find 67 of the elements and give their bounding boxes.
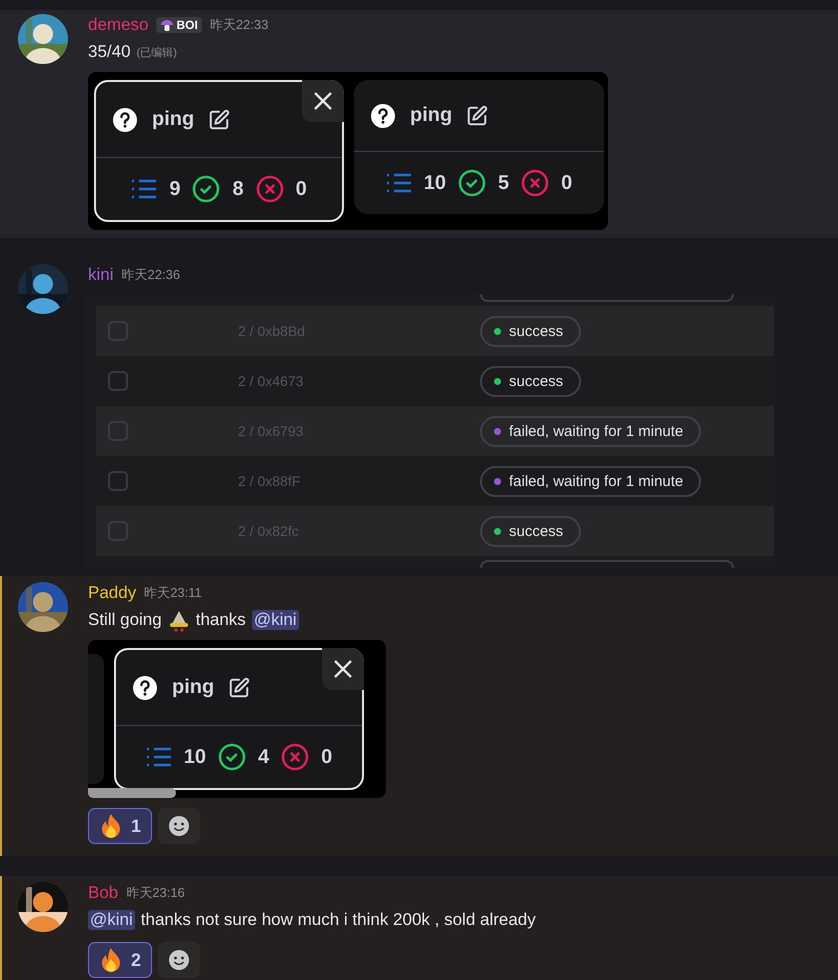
total-count: 9 [169, 178, 180, 200]
close-button[interactable] [322, 648, 364, 690]
passed-count: 4 [258, 746, 270, 768]
row-id: 2 / 0x88fF [238, 473, 302, 489]
card-title: ping [172, 676, 214, 699]
author-name[interactable]: kini [88, 265, 114, 285]
help-icon [370, 102, 396, 128]
fire-icon [99, 947, 123, 973]
screenshot-image[interactable]: ping 9 8 0 ping 10 5 0 [88, 72, 608, 230]
row-id: 2 / 0x4673 [238, 373, 304, 389]
edit-icon[interactable] [466, 104, 488, 126]
x-circle-icon [521, 169, 550, 197]
failed-count: 0 [321, 746, 332, 768]
author-name[interactable]: Paddy [88, 583, 136, 603]
role-badge: BOI [156, 17, 202, 33]
close-icon [333, 659, 353, 679]
mention-link[interactable]: @kini [88, 910, 135, 930]
reaction-button[interactable]: 2 [88, 942, 152, 978]
passed-count: 8 [232, 178, 244, 200]
edited-label: (已编辑) [136, 46, 177, 60]
mushroom-icon [160, 18, 174, 32]
message-text: 35/40 [88, 42, 131, 62]
status-pill: success [480, 366, 582, 396]
message-text: thanks [196, 610, 246, 630]
message-text: Still going [88, 610, 162, 630]
total-count: 10 [424, 172, 446, 194]
failed-count: 0 [296, 178, 307, 200]
row-checkbox[interactable] [108, 471, 128, 491]
status-pill: failed, waiting for 1 minute [480, 416, 702, 446]
close-button[interactable] [302, 80, 344, 122]
mention-link[interactable]: @kini [252, 610, 299, 630]
card-title: ping [410, 104, 452, 127]
smiley-icon [168, 815, 190, 837]
list-icon [386, 172, 412, 194]
edit-icon[interactable] [228, 676, 250, 698]
smiley-icon [168, 949, 190, 971]
help-icon [112, 106, 138, 132]
list-icon [131, 178, 158, 200]
screenshot-image[interactable]: ping 10 4 0 [88, 640, 386, 798]
status-pill: success [480, 516, 582, 546]
message-text: thanks not sure how much i think 200k , sold already [140, 910, 536, 930]
row-checkbox[interactable] [108, 371, 128, 391]
check-circle-icon [458, 169, 486, 197]
timestamp: 昨天23:11 [144, 584, 202, 602]
x-circle-icon [256, 175, 284, 203]
close-icon [313, 91, 333, 111]
x-circle-icon [281, 743, 310, 771]
reaction-button[interactable]: 1 [88, 808, 152, 844]
fire-icon [99, 813, 123, 839]
author-name[interactable]: demeso [88, 15, 148, 35]
help-icon [132, 674, 158, 700]
failed-count: 0 [561, 172, 572, 194]
check-circle-icon [192, 175, 220, 203]
add-reaction-button[interactable] [158, 808, 200, 844]
add-reaction-button[interactable] [158, 942, 200, 978]
total-count: 10 [184, 746, 206, 768]
timestamp: 昨天23:16 [126, 884, 185, 902]
edit-icon[interactable] [208, 108, 230, 130]
card-title: ping [152, 108, 194, 131]
passed-count: 5 [498, 172, 510, 194]
status-pill: success [480, 316, 582, 346]
timestamp: 昨天22:33 [210, 16, 268, 34]
timestamp: 昨天22:36 [122, 266, 180, 284]
check-circle-icon [218, 743, 246, 771]
list-icon [146, 746, 172, 768]
status-pill: failed, waiting for 1 minute [480, 466, 702, 496]
author-name[interactable]: Bob [88, 883, 118, 903]
